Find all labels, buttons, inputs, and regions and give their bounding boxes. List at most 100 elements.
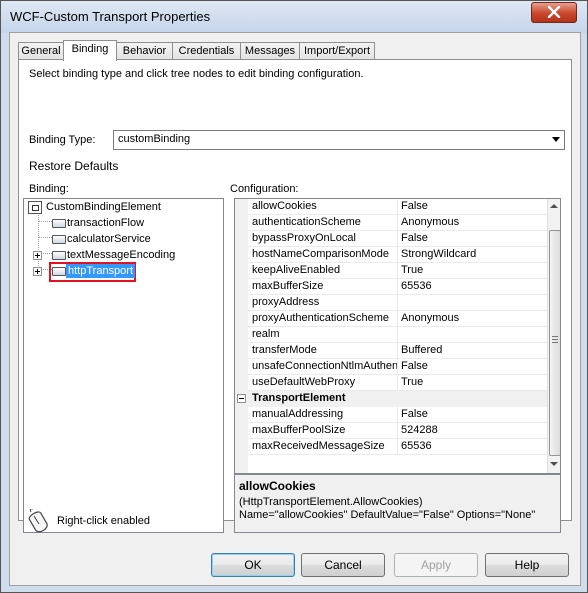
divider	[248, 454, 547, 455]
property-row[interactable]: hostNameComparisonMode StrongWildcard	[235, 247, 560, 263]
ok-button[interactable]: OK	[211, 553, 295, 577]
properties-dialog: WCF-Custom Transport Properties General …	[0, 0, 588, 593]
binding-type-value: customBinding	[118, 133, 191, 145]
cancel-button[interactable]: Cancel	[301, 553, 385, 577]
property-name: unsafeConnectionNtlmAuthent	[252, 360, 397, 372]
scroll-down-icon[interactable]	[550, 462, 558, 466]
title-bar[interactable]: WCF-Custom Transport Properties	[1, 1, 587, 33]
divider	[397, 295, 398, 311]
divider	[397, 423, 398, 439]
property-row[interactable]: keepAliveEnabled True	[235, 263, 560, 279]
element-icon	[52, 267, 66, 276]
property-row[interactable]: proxyAddress	[235, 295, 560, 311]
dialog-client: General Binding Behavior Credentials Mes…	[9, 32, 581, 586]
property-value[interactable]: Anonymous	[401, 312, 459, 324]
binding-tree[interactable]: CustomBindingElement transactionFlow cal…	[23, 198, 224, 533]
property-name: keepAliveEnabled	[252, 264, 341, 276]
binding-type-select[interactable]: customBinding	[113, 130, 565, 150]
property-name: maxReceivedMessageSize	[252, 440, 385, 452]
grid-vertical-scrollbar[interactable]	[547, 199, 560, 473]
tree-node-httptransport[interactable]: httpTransport	[28, 262, 218, 282]
grip-line	[552, 336, 558, 337]
expand-icon[interactable]	[33, 267, 42, 276]
tree-node-transactionflow[interactable]: transactionFlow	[28, 216, 208, 230]
tab-binding[interactable]: Binding	[63, 40, 117, 61]
tree-node-label: calculatorService	[67, 233, 151, 245]
property-row[interactable]: maxBufferPoolSize 524288	[235, 423, 560, 439]
property-value[interactable]: Buffered	[401, 344, 442, 356]
restore-defaults-button[interactable]: Restore Defaults	[29, 159, 118, 173]
property-value[interactable]: 65536	[401, 280, 432, 292]
property-value[interactable]: False	[401, 200, 428, 212]
property-row[interactable]: transferMode Buffered	[235, 343, 560, 359]
divider	[397, 407, 398, 423]
divider	[397, 359, 398, 375]
property-row[interactable]: proxyAuthenticationScheme Anonymous	[235, 311, 560, 327]
property-name: transferMode	[252, 344, 317, 356]
divider	[397, 343, 398, 359]
description-line-1: (HttpTransportElement.AllowCookies)	[239, 496, 423, 508]
right-click-hint: Right-click enabled	[57, 515, 150, 527]
tab-messages[interactable]: Messages	[240, 42, 300, 60]
configuration-property-grid[interactable]: allowCookies False authenticationScheme An…	[234, 198, 561, 474]
minus-glyph	[239, 398, 244, 399]
divider	[397, 263, 398, 279]
description-title: allowCookies	[239, 479, 316, 493]
tree-node-calculatorservice[interactable]: calculatorService	[28, 232, 208, 246]
tree-node-label: textMessageEncoding	[67, 249, 176, 261]
binding-tab-panel: Select binding type and click tree nodes…	[18, 59, 572, 533]
property-row[interactable]: bypassProxyOnLocal False	[235, 231, 560, 247]
property-value[interactable]: True	[401, 376, 423, 388]
property-row[interactable]: authenticationScheme Anonymous	[235, 215, 560, 231]
divider	[397, 439, 398, 455]
property-description-panel: allowCookies (HttpTransportElement.Allow…	[234, 474, 561, 533]
property-value[interactable]: 524288	[401, 424, 438, 436]
property-value[interactable]: Anonymous	[401, 216, 459, 228]
element-icon	[52, 251, 66, 260]
property-value[interactable]: True	[401, 264, 423, 276]
tab-general[interactable]: General	[18, 42, 64, 60]
collapse-icon[interactable]	[237, 394, 246, 403]
scrollbar-thumb[interactable]	[549, 230, 560, 456]
property-value[interactable]: False	[401, 232, 428, 244]
element-icon	[52, 219, 66, 228]
property-row[interactable]: maxBufferSize 65536	[235, 279, 560, 295]
divider	[397, 215, 398, 231]
property-row[interactable]: useDefaultWebProxy True	[235, 375, 560, 391]
description-line-2: Name="allowCookies" DefaultValue="False"…	[239, 509, 536, 521]
tree-node-label: httpTransport	[66, 264, 136, 278]
property-row[interactable]: maxReceivedMessageSize 65536	[235, 439, 560, 455]
help-button[interactable]: Help	[485, 553, 569, 577]
close-icon	[547, 6, 561, 18]
element-icon	[52, 235, 66, 244]
divider	[397, 375, 398, 391]
property-row[interactable]: manualAddressing False	[235, 407, 560, 423]
tab-import-export[interactable]: Import/Export	[299, 42, 375, 60]
scroll-up-icon[interactable]	[550, 204, 558, 208]
property-value[interactable]: False	[401, 408, 428, 420]
chevron-down-icon	[552, 137, 560, 142]
property-name: useDefaultWebProxy	[252, 376, 356, 388]
property-row[interactable]: realm	[235, 327, 560, 343]
tree-node-textmessageencoding[interactable]: textMessageEncoding	[28, 248, 218, 262]
property-name: manualAddressing	[252, 408, 344, 420]
divider	[397, 327, 398, 343]
configuration-label: Configuration:	[230, 183, 299, 195]
mouse-icon	[28, 508, 50, 538]
property-value[interactable]: 65536	[401, 440, 432, 452]
close-button[interactable]	[531, 2, 577, 23]
expand-icon[interactable]	[33, 251, 42, 260]
tree-node-label: CustomBindingElement	[46, 201, 161, 213]
property-value[interactable]: StrongWildcard	[401, 248, 476, 260]
category-row-transportelement[interactable]: TransportElement	[235, 391, 547, 407]
tab-behavior[interactable]: Behavior	[116, 42, 173, 60]
tab-credentials[interactable]: Credentials	[172, 42, 241, 60]
divider	[397, 311, 398, 327]
property-row[interactable]: allowCookies False	[235, 199, 560, 215]
property-value[interactable]: False	[401, 360, 428, 372]
binding-label: Binding:	[29, 183, 69, 195]
apply-button[interactable]: Apply	[394, 553, 478, 577]
tree-node-label: transactionFlow	[67, 217, 145, 229]
property-row[interactable]: unsafeConnectionNtlmAuthent False	[235, 359, 560, 375]
property-name: bypassProxyOnLocal	[252, 232, 356, 244]
